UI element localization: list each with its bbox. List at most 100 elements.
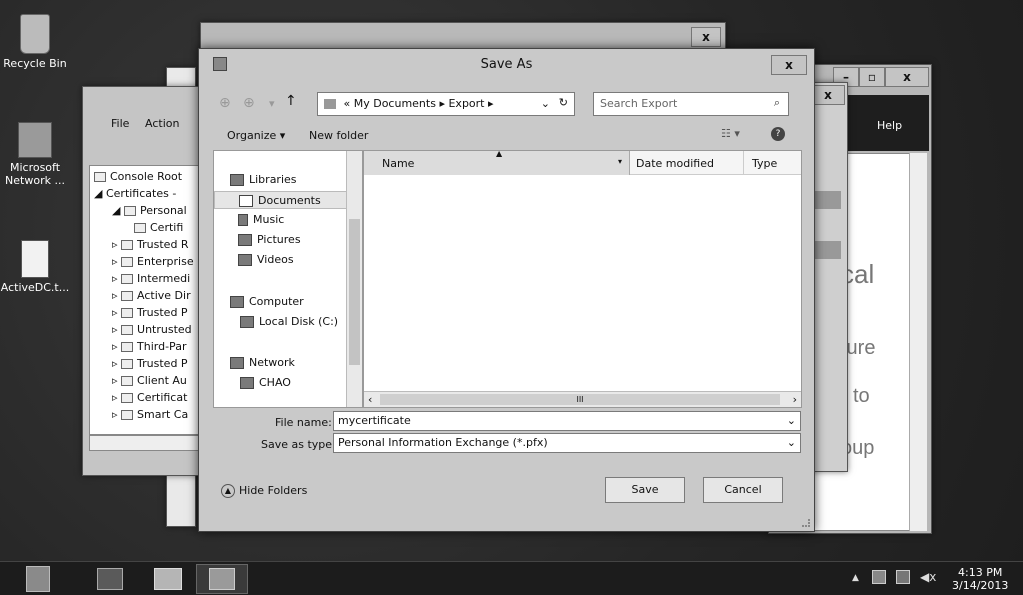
help-menu[interactable]: Help [877,119,902,132]
tree-item[interactable]: ▹ Smart Ca [112,406,188,423]
hide-folders-button[interactable]: ▲ Hide Folders [221,483,307,501]
scroll-thumb[interactable] [349,219,360,365]
desktop-icon-network[interactable]: Microsoft Network ... [0,122,70,187]
nav-item-videos[interactable]: Videos [238,251,294,269]
search-input[interactable]: Search Export ⌕ [593,92,789,116]
save-button[interactable]: Save [605,477,685,503]
nav-item-chao[interactable]: CHAO [240,374,291,392]
back-icon[interactable]: ⊕ [219,95,231,111]
chevron-down-icon[interactable]: ⌄ [787,436,796,449]
nav-item-network[interactable]: Network [230,354,295,372]
folder-icon [121,342,134,352]
tree-item[interactable]: ▹ Trusted P [112,304,188,321]
file-name-input[interactable]: mycertificate ⌄ [333,411,801,431]
breadcrumb-separator[interactable]: ▸ [439,97,445,110]
scroll-arrow[interactable] [815,191,841,209]
mmc-menu-action[interactable]: Action [145,117,179,130]
tree-item[interactable]: ▹ Third-Par [112,338,186,355]
resize-grip[interactable] [802,519,810,527]
address-bar[interactable]: « My Documents ▸ Export ▸ ⌄ ↻ [317,92,575,116]
tree-item[interactable]: Certifi [134,219,183,236]
close-button[interactable]: x [771,55,807,75]
mmc-menu-file[interactable]: File [111,117,129,130]
tree-item[interactable]: ▹ Trusted R [112,236,189,253]
close-button[interactable]: x [885,67,929,87]
tray-expand-icon[interactable]: ▲ [852,573,859,583]
nav-scrollbar[interactable] [346,151,362,407]
breadcrumb-overflow[interactable]: « [344,97,351,110]
tree-item[interactable]: ◢ Certificates - [94,185,176,202]
taskbar-mmc[interactable] [196,564,248,594]
breadcrumb-separator[interactable]: ▸ [488,97,494,110]
nav-item-computer[interactable]: Computer [230,293,304,311]
tree-item[interactable]: ▹ Untrusted [112,321,192,338]
network-icon [230,357,244,369]
view-options-icon[interactable]: ☷ ▾ [721,127,740,140]
close-button[interactable]: x [811,85,845,105]
up-arrow-icon[interactable]: ↑ [285,93,297,109]
help-icon[interactable]: ? [771,127,785,141]
new-folder-button[interactable]: New folder [309,129,368,142]
refresh-icon[interactable]: ↻ [559,96,568,109]
tree-item[interactable]: ▹ Intermedi [112,270,190,287]
save-as-type-select[interactable]: Personal Information Exchange (*.pfx) ⌄ [333,433,801,453]
taskbar-explorer[interactable] [142,564,194,594]
scroll-left-icon[interactable]: ‹ [368,393,372,406]
clock[interactable]: 4:13 PM 3/14/2013 [952,566,1008,592]
search-icon: ⌕ [773,96,780,109]
horizontal-scrollbar[interactable] [89,435,203,451]
tree-item[interactable]: ▹ Enterprise [112,253,194,270]
computer-icon [240,377,254,389]
tree-item[interactable]: ◢ Personal [112,202,187,219]
nav-item-libraries[interactable]: Libraries [230,171,297,189]
cancel-button[interactable]: Cancel [703,477,783,503]
tree-item[interactable]: ▹ Active Dir [112,287,191,304]
clock-date: 3/14/2013 [952,579,1009,592]
breadcrumb-export[interactable]: Export [448,97,484,110]
desktop-icon-label: Recycle Bin [3,57,67,70]
folder-icon [121,291,134,301]
close-button[interactable]: x [691,27,721,47]
content-fragment: to [853,385,870,407]
tree-item[interactable]: ▹ Client Au [112,372,187,389]
tree-item[interactable]: Console Root [94,168,182,185]
maximize-button[interactable]: ▫ [859,67,885,87]
tree-item[interactable]: ▹ Certificat [112,389,187,406]
dialog-toolbar: Organize ▾ New folder ☷ ▾ ? [213,123,800,149]
tree-item[interactable]: ▹ Trusted P [112,355,188,372]
column-date-modified[interactable]: Date modified [632,151,744,175]
dialog-titlebar: Save As x [199,49,814,91]
desktop-icon-activedc[interactable]: ActiveDC.t... [0,240,70,294]
taskbar-server-manager[interactable] [12,564,64,594]
network-status-icon[interactable] [896,570,910,584]
folder-icon [123,206,136,216]
scroll-arrow[interactable] [815,241,841,259]
chevron-down-icon[interactable]: ⌄ [787,414,796,427]
folder-icon [134,223,146,233]
nav-item-documents[interactable]: Documents [214,191,348,209]
mmc-window: File Action Console Root ◢ Certificates … [82,86,204,476]
address-dropdown-icon[interactable]: ⌄ [541,97,550,110]
organize-button[interactable]: Organize ▾ [227,129,285,142]
breadcrumb-my-documents[interactable]: My Documents [354,97,436,110]
scroll-right-icon[interactable]: › [793,393,797,406]
vertical-scrollbar[interactable] [909,153,927,531]
network-shortcut-icon [18,122,52,158]
horizontal-scrollbar[interactable]: ‹ III › [364,391,801,407]
history-dropdown-icon[interactable]: ▾ [269,97,275,110]
nav-item-local-disk[interactable]: Local Disk (C:) [240,313,338,331]
folder-icon [121,308,134,318]
column-type[interactable]: Type [748,151,803,175]
forward-icon[interactable]: ⊕ [243,95,255,111]
nav-item-pictures[interactable]: Pictures [238,231,301,249]
nav-item-music[interactable]: Music [238,211,284,229]
folder-icon [121,393,134,403]
desktop-icon-recycle-bin[interactable]: Recycle Bin [0,14,70,70]
volume-icon[interactable]: ◀x [920,570,936,584]
taskbar-powershell[interactable] [84,564,136,594]
action-center-icon[interactable] [872,570,886,584]
column-dropdown-icon[interactable]: ▾ [618,157,622,166]
computer-icon [230,296,244,308]
sort-arrow-icon: ▲ [496,149,503,158]
scroll-thumb[interactable]: III [380,394,780,405]
